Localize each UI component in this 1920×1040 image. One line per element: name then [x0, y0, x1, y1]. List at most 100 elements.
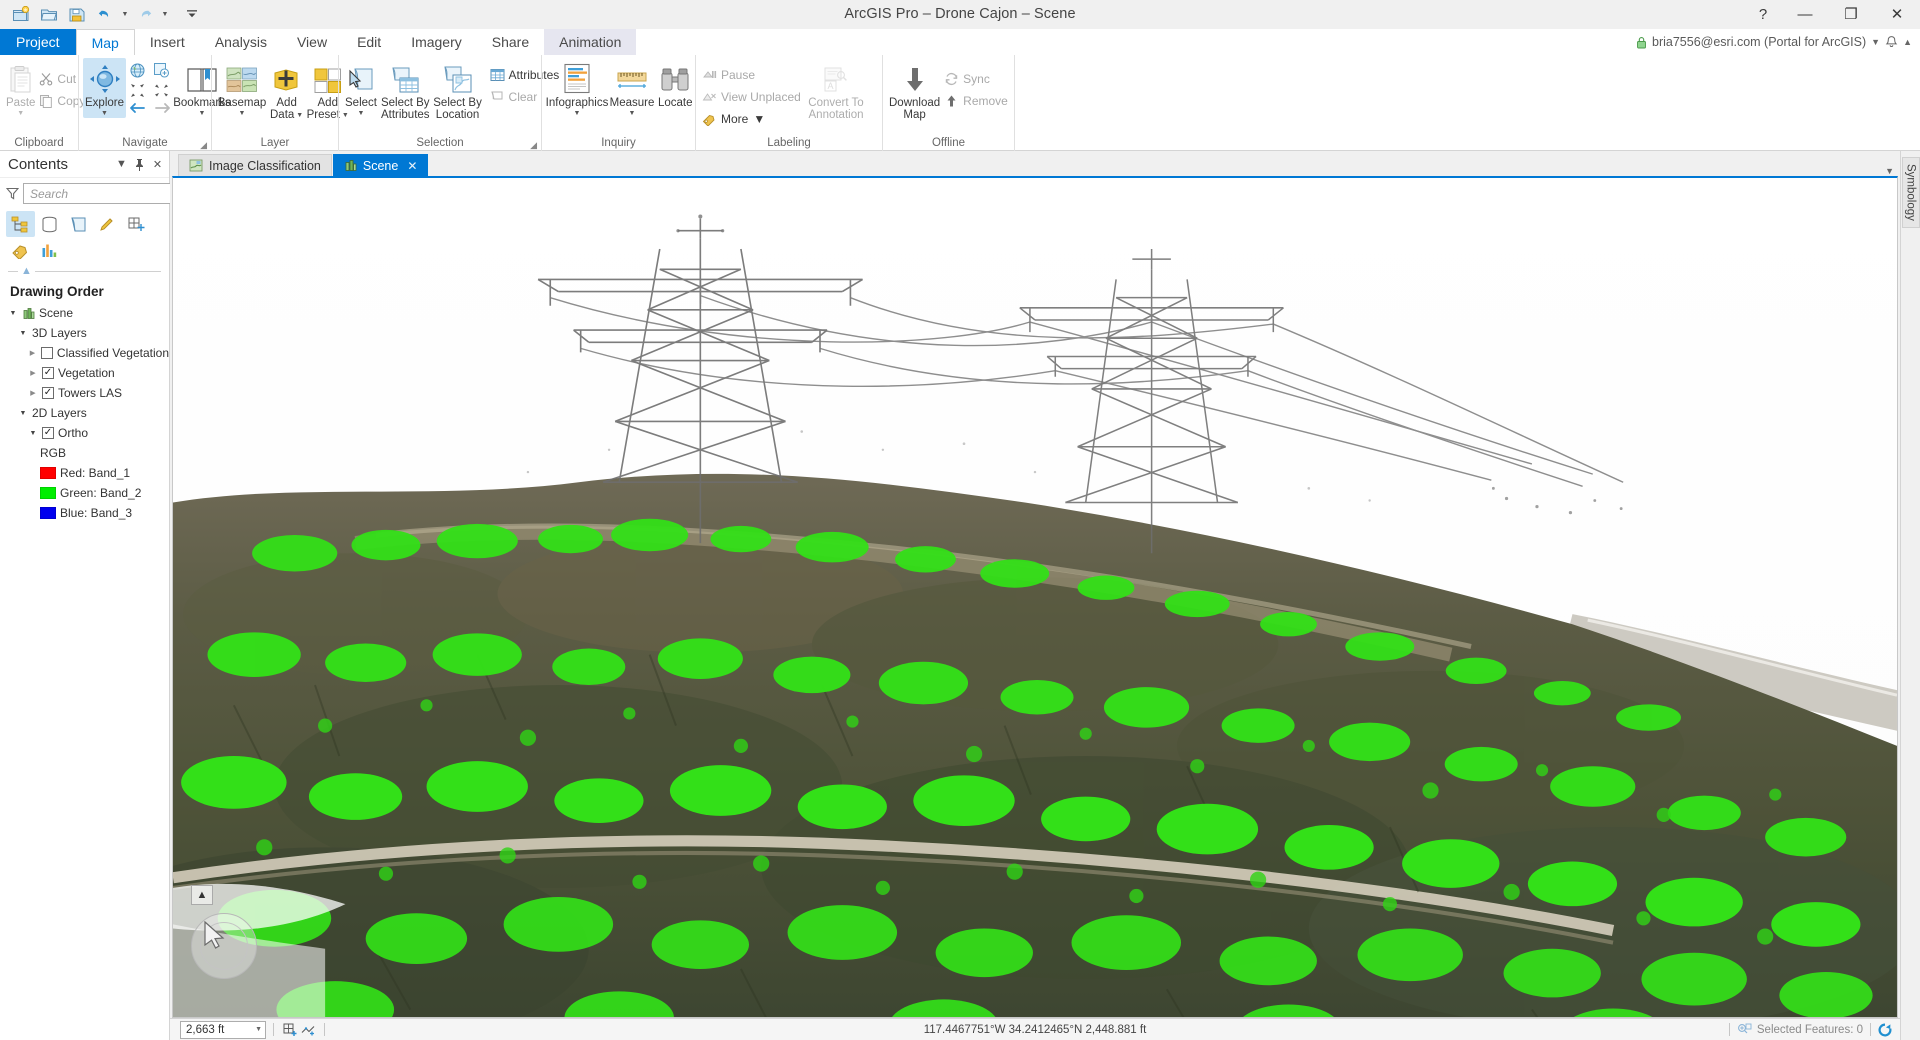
- sync-button[interactable]: Sync: [942, 68, 1013, 89]
- remove-offline-button[interactable]: Remove: [942, 90, 1013, 111]
- scene-canvas[interactable]: [173, 178, 1897, 1018]
- select-button[interactable]: Select ▼: [343, 58, 379, 118]
- customize-quick-access-icon[interactable]: [179, 2, 205, 26]
- tab-animation[interactable]: Animation: [544, 29, 637, 55]
- tree-item-vegetation[interactable]: ✓ Vegetation: [2, 363, 169, 383]
- explore-dropdown-icon[interactable]: ▼: [101, 110, 108, 118]
- close-button[interactable]: ✕: [1874, 0, 1920, 29]
- tab-project[interactable]: Project: [0, 29, 76, 55]
- measure-button[interactable]: Measure ▼: [608, 58, 656, 118]
- tab-insert[interactable]: Insert: [135, 29, 200, 55]
- add-data-button[interactable]: Add Data ▼: [268, 58, 305, 121]
- more-labeling-button[interactable]: More ▼: [700, 108, 805, 129]
- locate-button[interactable]: Locate: [656, 58, 695, 109]
- open-project-icon[interactable]: [36, 2, 62, 26]
- undo-dropdown-icon[interactable]: ▼: [120, 2, 130, 26]
- scene-view[interactable]: ▲: [172, 176, 1898, 1018]
- tab-imagery[interactable]: Imagery: [396, 29, 477, 55]
- expander-down-icon[interactable]: [28, 430, 38, 437]
- redo-dropdown-icon[interactable]: ▼: [160, 2, 170, 26]
- list-by-editing-icon[interactable]: [93, 211, 122, 237]
- save-project-icon[interactable]: [64, 2, 90, 26]
- tab-view[interactable]: View: [282, 29, 342, 55]
- basemap-button[interactable]: Basemap ▼: [216, 58, 268, 118]
- expander-down-icon[interactable]: [8, 310, 18, 317]
- refresh-icon[interactable]: [1878, 1022, 1892, 1037]
- select-by-location-button[interactable]: Select By Location: [432, 58, 484, 121]
- view-tabs-overflow-chevron-down-icon[interactable]: ▼: [1885, 166, 1894, 176]
- layer-checkbox-classified-vegetation[interactable]: [40, 347, 53, 359]
- add-scale-icon[interactable]: [281, 1021, 299, 1039]
- contents-menu-chevron-down-icon[interactable]: ▼: [114, 155, 129, 173]
- symbology-pane-tab[interactable]: Symbology: [1901, 157, 1920, 228]
- select-dropdown-icon[interactable]: ▼: [358, 110, 365, 118]
- layer-checkbox-vegetation[interactable]: ✓: [42, 367, 54, 379]
- fixed-zoom-in-button[interactable]: [150, 60, 172, 80]
- list-by-drawing-order-icon[interactable]: [6, 211, 35, 237]
- expander-right-icon[interactable]: [28, 389, 38, 397]
- explore-button[interactable]: Explore ▼: [83, 58, 126, 118]
- view-unplaced-button[interactable]: View Unplaced: [700, 86, 805, 107]
- tab-edit[interactable]: Edit: [342, 29, 396, 55]
- map-scale-chevron-down-icon[interactable]: ▼: [255, 1026, 262, 1033]
- previous-extent-icon[interactable]: [128, 101, 146, 115]
- account-user-label[interactable]: bria7556@esri.com (Portal for ArcGIS): [1652, 35, 1866, 49]
- filter-icon[interactable]: [6, 187, 19, 200]
- select-by-attributes-button[interactable]: Select By Attributes: [379, 58, 432, 121]
- bell-icon[interactable]: [1885, 35, 1898, 49]
- bookmarks-dropdown-icon[interactable]: ▼: [199, 110, 206, 118]
- ribbon-collapse-chevron-up-icon[interactable]: ▲: [1903, 37, 1912, 47]
- paste-dropdown-icon[interactable]: ▼: [17, 110, 24, 118]
- next-camera-button[interactable]: [150, 80, 172, 100]
- layer-checkbox-towers-las[interactable]: ✓: [42, 387, 54, 399]
- tab-map[interactable]: Map: [75, 29, 135, 55]
- tree-item-classified-vegetation[interactable]: Classified Vegetation: [2, 343, 169, 363]
- account-chevron-down-icon[interactable]: ▼: [1871, 37, 1880, 47]
- basemap-dropdown-icon[interactable]: ▼: [239, 110, 246, 118]
- tab-share[interactable]: Share: [477, 29, 544, 55]
- maximize-button[interactable]: ❐: [1828, 0, 1874, 29]
- scale-properties-icon[interactable]: [299, 1021, 317, 1039]
- view-tab-image-classification[interactable]: Image Classification: [178, 154, 332, 176]
- expander-down-icon[interactable]: [18, 410, 28, 417]
- list-by-charts-icon[interactable]: [35, 237, 64, 263]
- redo-icon[interactable]: [132, 2, 158, 26]
- list-by-labeling-icon[interactable]: [6, 237, 35, 263]
- search-input[interactable]: [30, 186, 185, 201]
- infographics-button[interactable]: Infographics ▼: [546, 58, 608, 118]
- tab-analysis[interactable]: Analysis: [200, 29, 282, 55]
- convert-to-annotation-button[interactable]: A Convert To Annotation: [805, 58, 867, 121]
- paste-button[interactable]: Paste ▼: [4, 58, 37, 118]
- navigator-expand-button[interactable]: ▲: [191, 885, 213, 905]
- new-project-icon[interactable]: [8, 2, 34, 26]
- contents-close-icon[interactable]: ✕: [150, 155, 165, 173]
- next-extent-icon[interactable]: [154, 101, 172, 115]
- previous-camera-button[interactable]: [126, 80, 148, 100]
- tree-item-scene[interactable]: Scene: [2, 303, 169, 323]
- view-tab-scene[interactable]: Scene ✕: [332, 154, 429, 176]
- tree-item-2d-layers[interactable]: 2D Layers: [2, 403, 169, 423]
- minimize-button[interactable]: —: [1782, 0, 1828, 29]
- layer-checkbox-ortho[interactable]: ✓: [42, 427, 54, 439]
- full-extent-button[interactable]: [126, 60, 148, 80]
- add-data-dropdown-icon[interactable]: ▼: [296, 112, 303, 120]
- list-by-snapping-icon[interactable]: [122, 211, 151, 237]
- pause-labeling-button[interactable]: Pause: [700, 64, 805, 85]
- map-scale-box[interactable]: 2,663 ft ▼: [180, 1020, 266, 1039]
- expander-right-icon[interactable]: [28, 349, 37, 357]
- more-labeling-dropdown-icon[interactable]: ▼: [753, 112, 765, 126]
- help-button[interactable]: ?: [1744, 0, 1782, 29]
- 3d-navigator-control[interactable]: [191, 913, 257, 979]
- expander-right-icon[interactable]: [28, 369, 38, 377]
- tree-item-towers-las[interactable]: ✓ Towers LAS: [2, 383, 169, 403]
- infographics-dropdown-icon[interactable]: ▼: [574, 110, 581, 118]
- contents-collapse-chevron-up-icon[interactable]: ▲: [18, 265, 35, 277]
- contents-pin-icon[interactable]: [132, 155, 147, 173]
- list-by-data-source-icon[interactable]: [35, 211, 64, 237]
- close-icon[interactable]: ✕: [407, 159, 417, 173]
- measure-dropdown-icon[interactable]: ▼: [629, 110, 636, 118]
- download-map-button[interactable]: Download Map: [887, 58, 942, 121]
- undo-icon[interactable]: [92, 2, 118, 26]
- tree-item-ortho[interactable]: ✓ Ortho: [2, 423, 169, 443]
- expander-down-icon[interactable]: [18, 330, 28, 337]
